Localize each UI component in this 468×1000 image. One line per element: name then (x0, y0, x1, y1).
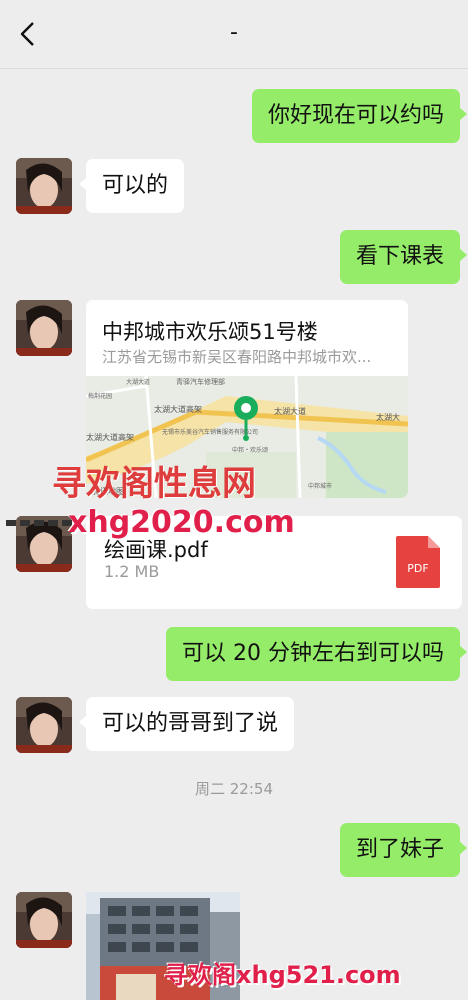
map-label: 梅荆花园 (88, 392, 112, 400)
avatar[interactable] (16, 892, 72, 948)
file-size: 1.2 MB (104, 562, 160, 581)
pdf-icon: PDF (396, 536, 440, 588)
nav-bar: - (0, 0, 468, 69)
message-bubble-sent[interactable]: 看下课表 (339, 230, 468, 284)
avatar[interactable] (16, 158, 72, 214)
avatar[interactable] (16, 300, 72, 356)
message-bubble-sent[interactable]: 到了妹子 (339, 823, 468, 877)
pdf-badge: PDF (407, 562, 428, 575)
location-name: 中邦城市欢乐颂51号楼 (102, 320, 318, 344)
chat-title: - (230, 20, 238, 45)
map-label: 中邦・欢乐颂 (232, 446, 268, 454)
photo-message[interactable] (86, 892, 240, 1000)
avatar[interactable] (16, 697, 72, 753)
map-label: 青驿汽车修理部 (176, 377, 225, 386)
map-label: 太湖大道高架 (86, 432, 134, 442)
map-label: 大湖大道 (126, 378, 150, 386)
file-card[interactable]: 绘画课.pdf 1.2 MB PDF (86, 516, 462, 609)
message-bubble-received[interactable]: 可以的 (78, 159, 185, 213)
map-preview[interactable]: 青驿汽车修理部 太湖大道高架 太湖大道 太湖大 太湖大道高架 无锡市乐美谷汽车销… (86, 375, 408, 498)
location-card[interactable]: 中邦城市欢乐颂51号楼 江苏省无锡市新吴区春阳路中邦城市欢... 青驿汽车修理部… (86, 300, 408, 498)
message-bubble-received[interactable]: 可以的哥哥到了说 (78, 697, 295, 751)
map-label: 太湖大道高架 (154, 404, 202, 414)
decorative-dashes (6, 520, 72, 526)
message-bubble-sent[interactable]: 你好现在可以约吗 (251, 89, 468, 143)
map-label: 无锡市乐美谷汽车销售服务有限公司 (162, 428, 258, 436)
message-bubble-sent[interactable]: 可以 20 分钟左右到可以吗 (166, 627, 467, 681)
map-label: 太湖大道 (274, 406, 306, 416)
timestamp: 周二 22:54 (195, 780, 273, 798)
location-address: 江苏省无锡市新吴区春阳路中邦城市欢... (102, 348, 372, 366)
file-name: 绘画课.pdf (104, 538, 208, 562)
map-label: 中邦城市 (308, 482, 332, 490)
map-credit: 腾讯地图 (92, 486, 124, 496)
map-label: 太湖大 (376, 412, 400, 422)
